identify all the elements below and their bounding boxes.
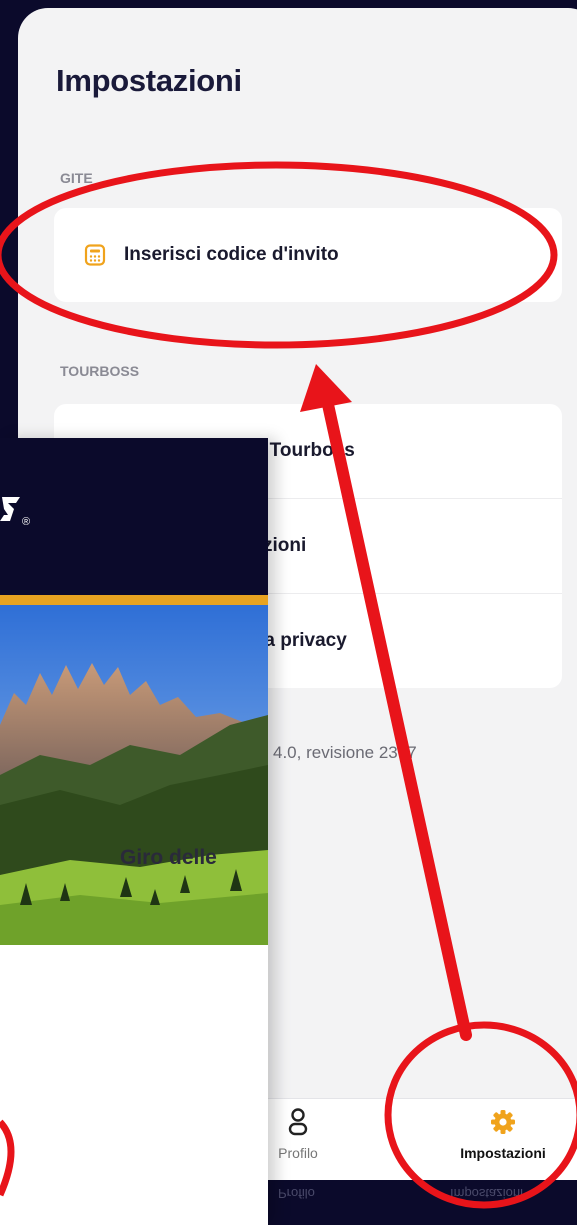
brand-logo: [0, 493, 22, 533]
tour-card[interactable]: ® Giro delle: [0, 438, 268, 1225]
tab-profile-label: Profilo: [278, 1145, 318, 1161]
tour-title: Giro delle: [120, 846, 217, 869]
gear-icon: [491, 1110, 515, 1134]
registered-mark: ®: [22, 516, 31, 528]
accent-bar: [0, 595, 268, 605]
section-label-tourboss: TOURBOSS: [60, 363, 140, 379]
invite-code-row[interactable]: Inserisci codice d'invito: [54, 208, 562, 302]
invite-code-label: Inserisci codice d'invito: [124, 244, 339, 265]
section-label-gite: GITE: [60, 170, 93, 186]
tab-profile[interactable]: Profilo: [258, 1099, 338, 1188]
profile-icon: [288, 1108, 308, 1136]
mountain-photo: [0, 605, 268, 945]
settings-group-gite: Inserisci codice d'invito: [54, 208, 562, 302]
tab-settings-label: Impostazioni: [460, 1145, 546, 1161]
tour-card-header: ®: [0, 438, 268, 595]
reflected-profile-label: Profilo: [278, 1186, 315, 1201]
version-text: 4.0, revisione 2377: [273, 743, 417, 762]
page-title: Impostazioni: [56, 63, 242, 98]
tab-settings[interactable]: Impostazioni: [428, 1099, 577, 1188]
reflected-settings-label: Impostazioni: [450, 1186, 523, 1201]
calculator-icon: [84, 244, 106, 266]
